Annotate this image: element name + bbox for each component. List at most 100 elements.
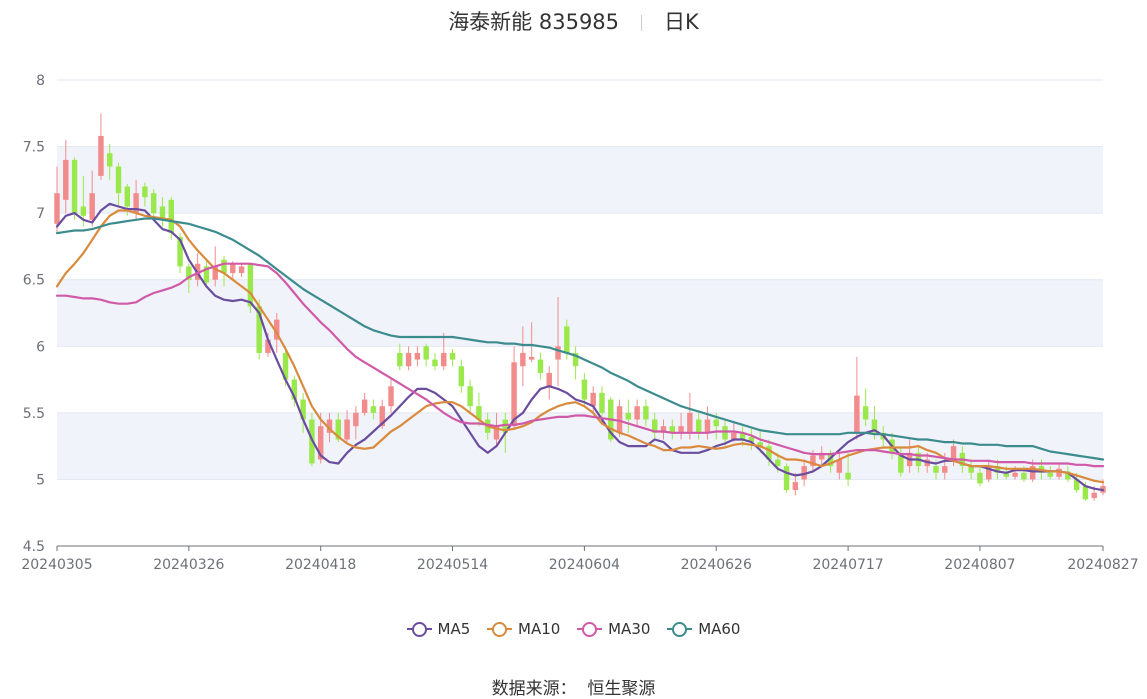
legend-item-ma60[interactable]: MA60 (667, 620, 740, 638)
candle-body (1082, 486, 1089, 500)
x-tick-label: 20240326 (153, 557, 224, 573)
y-tick-label: 7.5 (23, 140, 45, 156)
legend-label-ma10: MA10 (518, 620, 561, 638)
legend-marker-ma30 (577, 622, 603, 637)
candle-body (695, 419, 702, 433)
legend-item-ma30[interactable]: MA30 (577, 620, 650, 638)
candle-body (370, 406, 377, 413)
candle-body (625, 412, 632, 420)
legend: MA5 MA10 MA30 MA60 (0, 620, 1147, 640)
x-tick-label: 20240514 (417, 557, 488, 573)
candle (397, 343, 403, 371)
candle-body (71, 159, 78, 214)
legend-label-ma60: MA60 (698, 620, 741, 638)
candle (423, 343, 429, 367)
candle-body (63, 159, 69, 200)
candle-body (933, 466, 939, 473)
source-value: 恒生聚源 (587, 679, 656, 699)
candle-body (449, 352, 456, 360)
candle-body (1012, 472, 1018, 477)
source-label: 数据来源： (491, 679, 577, 699)
candle-body (511, 362, 517, 427)
candle-body (80, 206, 87, 216)
candle-body (950, 446, 957, 460)
candle-body (555, 346, 561, 360)
candle-body (713, 419, 719, 427)
candle-body (687, 412, 693, 433)
candle-body (458, 366, 465, 387)
candle-body (414, 352, 421, 360)
data-source: 数据来源： 恒生聚源 (0, 674, 1147, 699)
candle-body (845, 472, 851, 480)
candle (432, 352, 438, 371)
candle-body (537, 359, 544, 373)
legend-circle-ma60 (672, 622, 688, 637)
y-tick-label: 4.5 (23, 539, 45, 555)
candle-body (704, 419, 711, 433)
y-tick-label: 5 (36, 472, 45, 488)
candle (572, 346, 579, 380)
candle (71, 157, 78, 220)
candle-body (405, 352, 412, 367)
candle-body (1047, 472, 1053, 477)
candle-body (581, 379, 588, 400)
candle-body (150, 193, 157, 214)
grid-bands (57, 146, 1103, 480)
grid-band (57, 279, 1103, 347)
y-axis-ticks: 4.5 5 5.5 6 6.5 7 7.5 8 (23, 73, 45, 555)
x-tick-label: 20240604 (549, 557, 620, 573)
candle-body (1091, 492, 1097, 499)
x-tick-label: 20240305 (21, 557, 92, 573)
legend-item-ma5[interactable]: MA5 (406, 620, 470, 638)
candle-body (775, 459, 781, 467)
candle-body (142, 186, 148, 198)
candle (537, 352, 544, 380)
candle-body (124, 186, 131, 207)
candlestick-chart: 4.5 5 5.5 6 6.5 7 7.5 8 20240305 20240326 2024041… (21, 73, 1139, 573)
candle-body (361, 399, 368, 413)
candle-body (862, 406, 869, 420)
candle (449, 348, 456, 367)
legend-circle-ma30 (582, 622, 598, 637)
candle (511, 346, 517, 429)
legend-circle-ma10 (492, 622, 508, 637)
candle-body (564, 326, 570, 353)
candle (238, 263, 245, 278)
candle (783, 463, 790, 493)
candle-body (467, 386, 473, 407)
candle-body (783, 466, 790, 491)
legend-marker-ma10 (487, 622, 513, 637)
legend-label-ma30: MA30 (608, 620, 651, 638)
legend-item-ma10[interactable]: MA10 (487, 620, 560, 638)
candle-body (942, 466, 948, 473)
candle-body (107, 153, 113, 167)
candle-body (441, 352, 447, 367)
candle-body (792, 482, 799, 491)
candle (467, 379, 473, 413)
x-tick-label: 20240717 (812, 557, 883, 573)
candle-body (238, 266, 245, 274)
candle (458, 359, 465, 393)
candle-body (388, 386, 394, 407)
candle-body (397, 352, 403, 367)
candle (98, 113, 104, 180)
candle-body (353, 412, 359, 427)
candle (854, 356, 860, 440)
y-tick-label: 5.5 (23, 406, 45, 422)
candle-body (546, 372, 552, 387)
x-tick-label: 20240807 (944, 557, 1015, 573)
candle-body (643, 406, 649, 420)
legend-circle-ma5 (411, 622, 427, 637)
candle-body (247, 263, 254, 307)
candle-body (432, 359, 438, 367)
candle-body (1021, 472, 1027, 480)
candle-body (54, 193, 60, 224)
x-axis: 20240305 20240326 20240418 20240514 20240604… (21, 545, 1139, 573)
candle-body (230, 263, 236, 274)
candle (388, 379, 394, 413)
y-tick-label: 6 (36, 339, 45, 355)
candle-body (722, 426, 728, 440)
candle-body (528, 356, 535, 360)
candle-body (344, 419, 350, 440)
candle-body (98, 135, 104, 176)
